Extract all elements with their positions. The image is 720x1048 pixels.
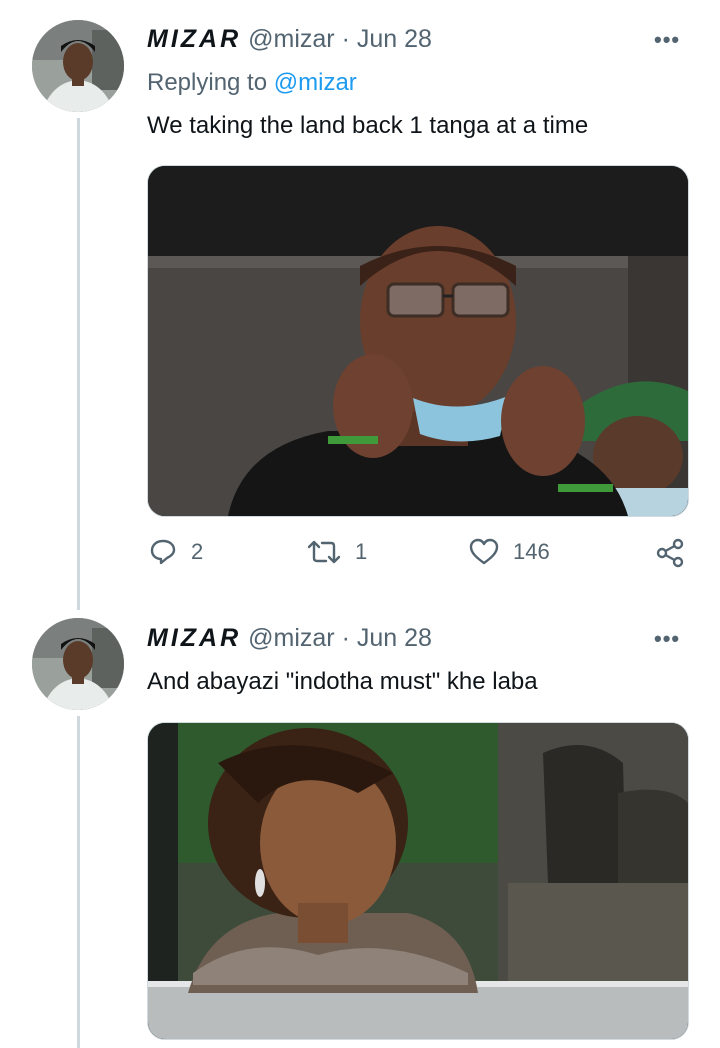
avatar[interactable] (32, 618, 124, 710)
tweet-image[interactable] (147, 165, 689, 517)
replying-to-handle[interactable]: @mizar (274, 69, 357, 96)
tweet-text: And abayazi "indotha must" khe laba (147, 668, 538, 695)
user-handle[interactable]: @mizar (248, 25, 335, 53)
tweet-image[interactable] (147, 722, 689, 1040)
user-handle[interactable]: @mizar (248, 624, 335, 652)
display-name[interactable]: MIZAR (147, 25, 241, 53)
avatar[interactable] (32, 20, 124, 112)
tweet-header: MIZAR @mizar · Jun 28 (147, 623, 432, 653)
replying-to: Replying to @mizar (147, 69, 357, 97)
reply-button[interactable]: 2 (149, 538, 203, 566)
retweet-count: 1 (355, 539, 368, 564)
meta-separator: · (341, 25, 350, 53)
meta-separator: · (341, 624, 350, 652)
more-icon[interactable]: ••• (654, 628, 680, 650)
retweet-button[interactable]: 1 (307, 538, 367, 566)
tweet-date[interactable]: Jun 28 (357, 624, 432, 652)
reply-count: 2 (191, 539, 204, 564)
thread-line (77, 716, 80, 1048)
tweet-header: MIZAR @mizar · Jun 28 (147, 24, 432, 54)
display-name[interactable]: MIZAR (147, 624, 241, 652)
more-icon[interactable]: ••• (654, 29, 680, 51)
share-icon (656, 538, 684, 568)
tweet-actions: 2 1 146 (147, 538, 687, 578)
heart-icon (469, 538, 499, 565)
tweet-date[interactable]: Jun 28 (357, 25, 432, 53)
like-button[interactable]: 146 (469, 538, 550, 566)
tweet-text: We taking the land back 1 tanga at a tim… (147, 112, 589, 139)
reply-icon (150, 539, 176, 565)
like-count: 146 (513, 539, 550, 564)
replying-to-label: Replying to (147, 69, 268, 96)
retweet-icon (307, 540, 341, 564)
thread-line (77, 118, 80, 610)
share-button[interactable] (655, 538, 699, 568)
